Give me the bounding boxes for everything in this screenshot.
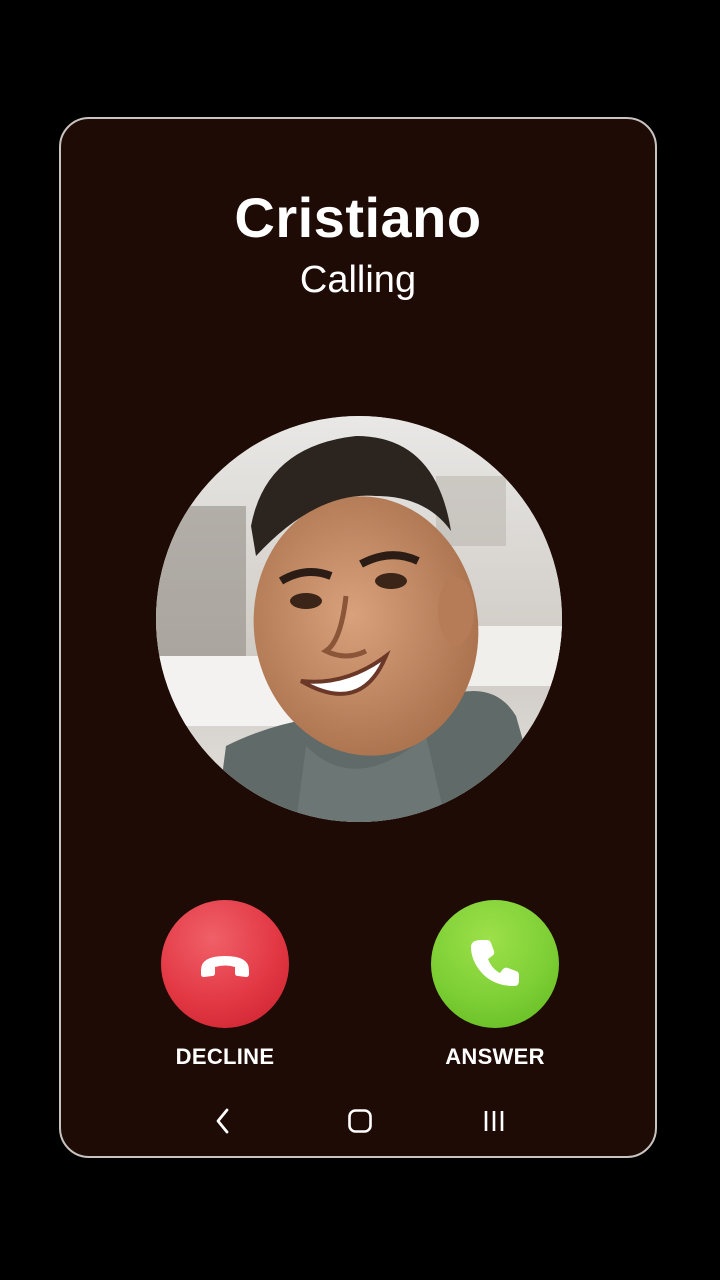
home-square-icon [348,1109,372,1133]
chevron-left-icon [216,1108,229,1134]
incoming-call-screen: Cristiano Calling DECLINE ANSWER [59,117,657,1158]
recent-apps-icon [484,1111,504,1131]
caller-photo [156,416,562,822]
phone-icon [471,940,519,986]
phone-hangup-icon [201,956,249,977]
nav-back-button[interactable] [201,1101,245,1141]
caller-name: Cristiano [234,186,482,249]
answer-label: ANSWER [445,1044,545,1069]
decline-button[interactable] [161,900,289,1028]
navigation-bar [61,1101,655,1141]
call-status: Calling [299,259,417,301]
caller-avatar [156,416,562,822]
answer-button[interactable] [431,900,559,1028]
decline-label: DECLINE [175,1044,275,1069]
nav-home-button[interactable] [338,1101,382,1141]
nav-recent-button[interactable] [472,1101,516,1141]
